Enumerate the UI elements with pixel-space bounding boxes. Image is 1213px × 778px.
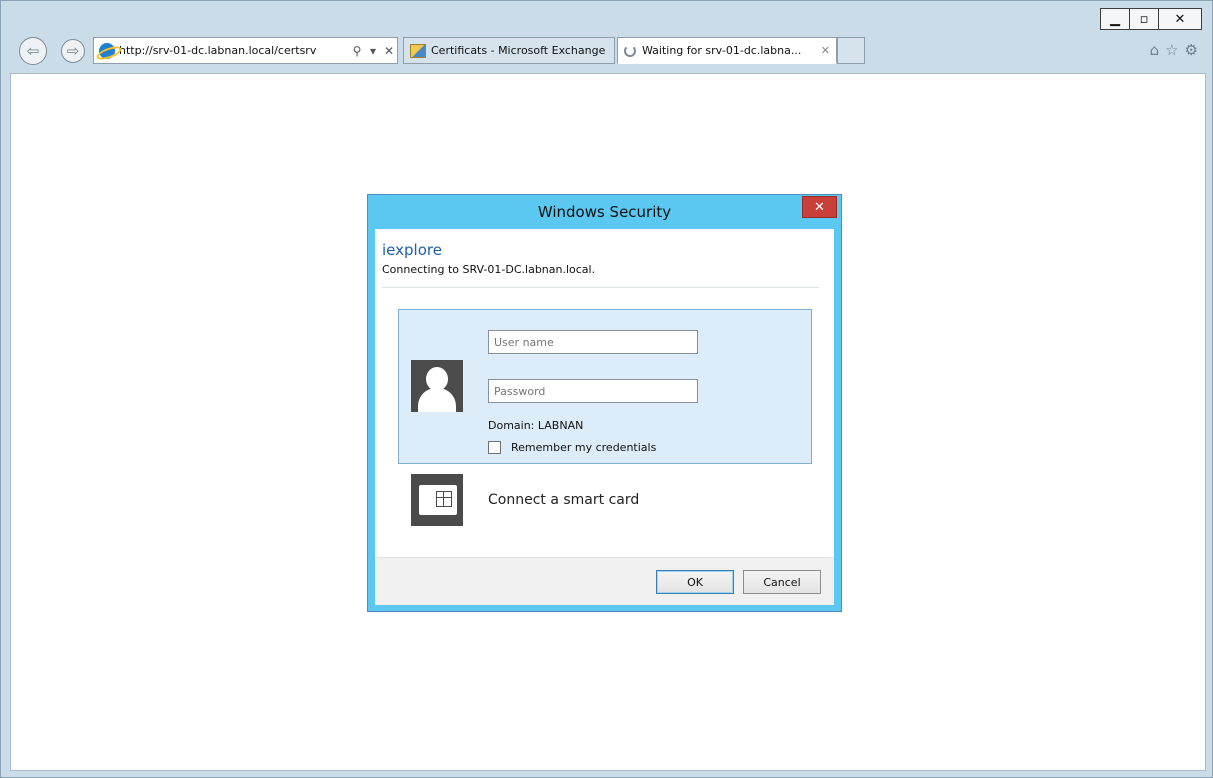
windows-security-dialog: Windows Security ✕ iexplore Connecting t… [367, 194, 842, 612]
new-tab-button[interactable] [837, 37, 865, 64]
address-bar[interactable]: http://srv-01-dc.labnan.local/certsrv ⚲ … [93, 37, 398, 64]
search-icon[interactable]: ⚲ [349, 44, 365, 58]
certificate-icon [410, 43, 426, 58]
home-icon[interactable]: ⌂ [1150, 41, 1160, 59]
divider [382, 287, 819, 288]
window-controls: ▁ ▫ ✕ [1100, 8, 1202, 30]
address-url[interactable]: http://srv-01-dc.labnan.local/certsrv [119, 44, 349, 57]
app-name: iexplore [382, 241, 442, 259]
maximize-icon: ▫ [1139, 11, 1149, 27]
dropdown-icon[interactable]: ▾ [365, 44, 381, 58]
credential-panel[interactable]: Domain: LABNAN Remember my credentials [398, 309, 812, 464]
window-close-button[interactable]: ✕ [1158, 8, 1202, 30]
tab-label: Waiting for srv-01-dc.labna... [642, 44, 802, 57]
arrow-right-icon: ⇨ [66, 42, 80, 60]
arrow-left-icon: ⇦ [26, 42, 40, 60]
smart-card-chip [436, 491, 452, 507]
password-input[interactable] [488, 379, 698, 403]
username-input[interactable] [488, 330, 698, 354]
close-icon: ✕ [814, 199, 825, 215]
dialog-title: Windows Security [537, 203, 672, 221]
ok-button[interactable]: OK [656, 570, 734, 594]
user-avatar-icon [411, 360, 463, 412]
ie-logo-icon [99, 42, 115, 59]
close-icon: ✕ [1174, 11, 1186, 27]
dialog-body: iexplore Connecting to SRV-01-DC.labnan.… [375, 229, 834, 605]
dialog-footer: OK Cancel [375, 557, 834, 605]
loading-spinner-icon [624, 44, 636, 57]
gear-icon[interactable]: ⚙ [1185, 41, 1198, 59]
browser-right-icons: ⌂ ☆ ⚙ [1150, 41, 1198, 59]
tab-waiting[interactable]: Waiting for srv-01-dc.labna... ✕ [617, 37, 837, 64]
browser-toolbar: ⇦ ⇨ http://srv-01-dc.labnan.local/certsr… [1, 37, 1212, 67]
browser-window: ▁ ▫ ✕ ⇦ ⇨ http://srv-01-dc.labnan.local/… [0, 0, 1213, 778]
domain-label: Domain: LABNAN [488, 419, 584, 432]
dialog-close-button[interactable]: ✕ [802, 196, 837, 218]
minimize-icon: ▁ [1110, 11, 1120, 27]
smart-card-shape [419, 485, 457, 515]
favorites-star-icon[interactable]: ☆ [1165, 41, 1178, 59]
minimize-button[interactable]: ▁ [1100, 8, 1130, 30]
connecting-text: Connecting to SRV-01-DC.labnan.local. [382, 263, 596, 276]
smart-card-label[interactable]: Connect a smart card [488, 492, 639, 508]
back-button[interactable]: ⇦ [19, 37, 47, 65]
cancel-button[interactable]: Cancel [743, 570, 821, 594]
tab-label: Certificats - Microsoft Exchange [431, 44, 606, 57]
forward-button[interactable]: ⇨ [61, 39, 85, 63]
tab-close-icon[interactable]: ✕ [821, 44, 830, 57]
maximize-button[interactable]: ▫ [1129, 8, 1159, 30]
avatar-body [418, 388, 456, 412]
remember-label[interactable]: Remember my credentials [511, 441, 656, 454]
remember-checkbox[interactable] [488, 441, 501, 454]
stop-icon[interactable]: ✕ [381, 44, 397, 58]
remember-credentials[interactable]: Remember my credentials [488, 441, 656, 454]
tab-certificats[interactable]: Certificats - Microsoft Exchange [403, 37, 615, 64]
smart-card-icon[interactable] [411, 474, 463, 526]
